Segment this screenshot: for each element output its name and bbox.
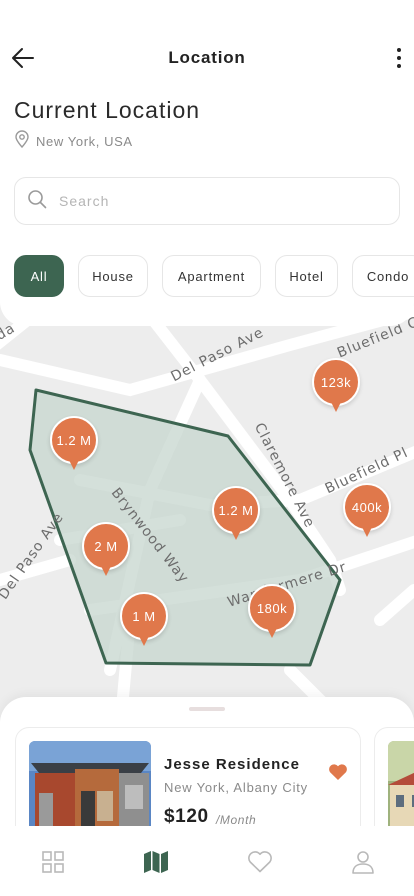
- listing-location: New York, Albany City: [164, 780, 308, 795]
- search-icon: [27, 189, 47, 214]
- user-icon[interactable]: [349, 848, 377, 876]
- heart-filled-icon[interactable]: [328, 763, 348, 781]
- listing-price: $120: [164, 806, 209, 827]
- location-subtitle-text: New York, USA: [36, 134, 133, 149]
- price-marker[interactable]: 1.2 M: [212, 486, 260, 544]
- map-view[interactable]: da Del Paso Ave Bluefield C Claremore Av…: [0, 290, 414, 730]
- bottom-nav: [0, 826, 414, 896]
- filter-chip-apartment[interactable]: Apartment: [162, 255, 261, 297]
- filter-chips: All House Apartment Hotel Condo: [14, 255, 414, 297]
- page-title: Location: [168, 48, 246, 67]
- more-vertical-icon[interactable]: [396, 46, 402, 70]
- map-icon[interactable]: [142, 848, 170, 876]
- filter-chip-hotel[interactable]: Hotel: [275, 255, 338, 297]
- listing-photo: [388, 741, 414, 835]
- location-pin-icon: [14, 130, 30, 153]
- filter-chip-house[interactable]: House: [78, 255, 148, 297]
- location-title: Current Location: [14, 97, 201, 123]
- heart-icon[interactable]: [246, 848, 274, 876]
- listing-price-unit: /Month: [216, 813, 257, 827]
- price-marker[interactable]: 1.2 M: [50, 416, 98, 474]
- top-panel: Location Current Location New York, USA …: [0, 0, 414, 326]
- price-marker[interactable]: 1 M: [120, 592, 168, 650]
- price-marker[interactable]: 2 M: [82, 522, 130, 580]
- price-marker[interactable]: 180k: [248, 584, 296, 642]
- listing-card[interactable]: Jesse Residence New York, Albany City $1…: [15, 727, 361, 837]
- filter-chip-all[interactable]: All: [14, 255, 64, 297]
- filter-chip-condo[interactable]: Condo: [352, 255, 414, 297]
- search-bar[interactable]: [14, 177, 400, 225]
- app-header: Location: [0, 40, 414, 76]
- search-input[interactable]: [59, 193, 359, 209]
- grid-icon[interactable]: [39, 848, 67, 876]
- sheet-drag-handle[interactable]: [189, 707, 225, 711]
- listing-card[interactable]: [374, 727, 414, 837]
- location-subtitle: New York, USA: [14, 130, 133, 153]
- listing-photo: [29, 741, 151, 835]
- price-marker[interactable]: 400k: [343, 483, 391, 541]
- listing-name: Jesse Residence: [164, 756, 300, 773]
- price-marker[interactable]: 123k: [312, 358, 360, 416]
- listing-sheet[interactable]: Jesse Residence New York, Albany City $1…: [0, 697, 414, 837]
